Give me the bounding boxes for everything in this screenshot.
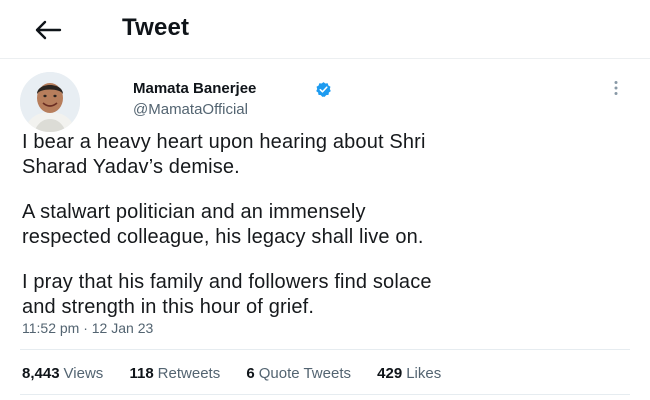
retweets-label: Retweets — [157, 365, 221, 382]
tweet-text-line: Sharad Yadav’s demise. — [22, 156, 240, 178]
avatar-image — [20, 72, 80, 132]
tweet-text-line: and strength in this hour of grief. — [22, 296, 315, 318]
quote-tweets-count: 6 — [246, 365, 255, 382]
author-handle[interactable]: @MamataOfficial — [133, 101, 248, 118]
avatar[interactable] — [20, 72, 80, 132]
back-button[interactable] — [28, 14, 68, 46]
quote-tweets-stat[interactable]: 6 Quote Tweets — [246, 365, 351, 382]
retweets-stat[interactable]: 118 Retweets — [129, 365, 220, 382]
views-label: Views — [63, 365, 104, 382]
likes-count: 429 — [377, 365, 403, 382]
likes-stat[interactable]: 429 Likes — [377, 365, 441, 382]
tweet-text-line: I bear a heavy heart upon hearing about … — [22, 131, 426, 153]
tweet-paragraph: I pray that his family and followers fin… — [22, 270, 432, 320]
divider — [20, 394, 630, 395]
tweet-text-line: respected colleague, his legacy shall li… — [22, 226, 424, 248]
views-stat[interactable]: 8,443 Views — [22, 365, 103, 382]
tweet-page: Tweet Mamata Banerjee @MamataOfficial I … — [0, 0, 650, 400]
quote-tweets-label: Quote Tweets — [258, 365, 351, 382]
verified-badge-icon — [316, 82, 331, 97]
tweet-paragraph: A stalwart politician and an immensely r… — [22, 200, 424, 250]
tweet-timestamp[interactable]: 11:52 pm · 12 Jan 23 — [22, 320, 153, 336]
author-name[interactable]: Mamata Banerjee — [133, 80, 256, 97]
arrow-left-icon — [35, 20, 62, 40]
divider — [20, 349, 630, 350]
likes-label: Likes — [406, 365, 442, 382]
more-vertical-icon — [614, 81, 618, 95]
tweet-text-line: A stalwart politician and an immensely — [22, 201, 366, 223]
tweet-paragraph: I bear a heavy heart upon hearing about … — [22, 130, 426, 180]
retweets-count: 118 — [129, 365, 154, 382]
top-bar: Tweet — [0, 0, 650, 59]
more-options-button[interactable] — [606, 78, 626, 98]
page-title: Tweet — [122, 14, 190, 41]
views-count: 8,443 — [22, 365, 60, 382]
engagement-stats: 8,443 Views 118 Retweets 6 Quote Tweets 429… — [22, 365, 463, 382]
tweet-text-line: I pray that his family and followers fin… — [22, 271, 432, 293]
